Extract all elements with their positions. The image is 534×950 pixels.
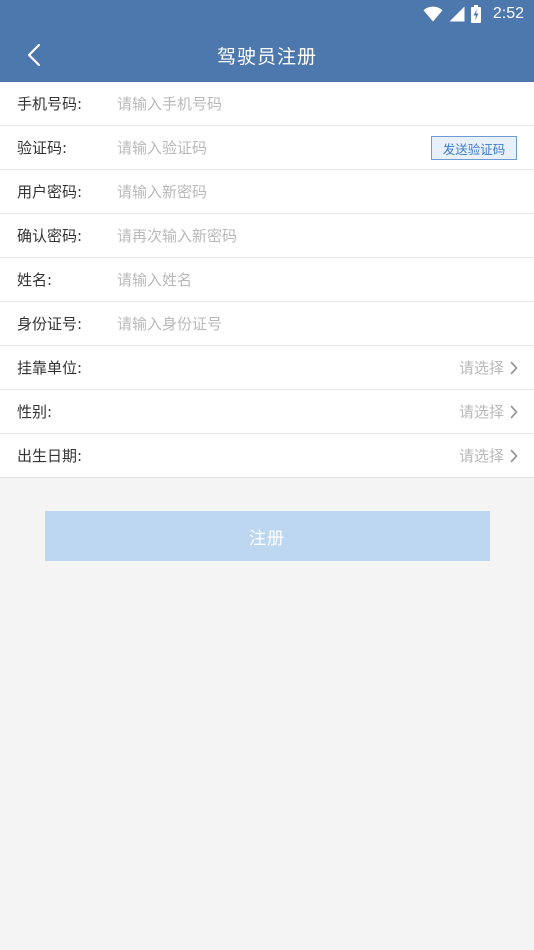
id-number-label: 身份证号:: [17, 315, 83, 333]
birth-date-label: 出生日期:: [17, 447, 83, 465]
password-row: 用户密码:: [0, 170, 534, 214]
phone-label: 手机号码:: [17, 95, 83, 113]
confirm-password-input[interactable]: [117, 220, 514, 251]
back-arrow-icon: [27, 43, 41, 67]
app-bar: 驾驶员注册: [0, 28, 534, 82]
chevron-right-icon: [510, 405, 518, 418]
confirm-password-label: 确认密码:: [17, 227, 83, 245]
phone-row: 手机号码:: [0, 82, 534, 126]
register-button[interactable]: 注册: [44, 511, 490, 561]
send-code-button[interactable]: 发送验证码: [431, 136, 517, 160]
status-time: 2:52: [492, 5, 524, 22]
password-label: 用户密码:: [17, 183, 83, 201]
password-input[interactable]: [117, 176, 514, 207]
submit-area: 注册: [0, 478, 534, 561]
affiliated-unit-select-text: 请选择: [458, 359, 504, 377]
affiliated-unit-label: 挂靠单位:: [17, 359, 83, 377]
id-number-input[interactable]: [117, 308, 514, 339]
gender-select[interactable]: 请选择: [459, 401, 518, 422]
verification-code-input[interactable]: [117, 132, 424, 163]
verification-code-row: 验证码: 发送验证码: [0, 126, 534, 170]
status-icons: 2:52: [423, 5, 524, 23]
gender-row[interactable]: 性别: 请选择: [0, 390, 534, 434]
birth-date-row[interactable]: 出生日期: 请选择: [0, 434, 534, 478]
affiliated-unit-row[interactable]: 挂靠单位: 请选择: [0, 346, 534, 390]
battery-charging-icon: [470, 5, 481, 23]
chevron-right-icon: [510, 361, 518, 374]
status-bar: 2:52: [0, 0, 534, 28]
chevron-right-icon: [510, 449, 518, 462]
name-row: 姓名:: [0, 258, 534, 302]
confirm-password-row: 确认密码:: [0, 214, 534, 258]
gender-select-text: 请选择: [458, 403, 504, 421]
gender-label: 性别:: [17, 403, 53, 421]
registration-form: 手机号码: 验证码: 发送验证码 用户密码: 确认密码: 姓名: 身份证号: 挂…: [0, 82, 534, 478]
back-button[interactable]: [14, 28, 54, 82]
birth-date-select-text: 请选择: [458, 447, 504, 465]
affiliated-unit-select[interactable]: 请选择: [459, 357, 518, 378]
name-input[interactable]: [117, 264, 514, 295]
wifi-icon: [423, 6, 443, 22]
cell-signal-icon: [449, 6, 465, 22]
phone-input[interactable]: [117, 88, 514, 119]
verification-code-label: 验证码:: [17, 139, 68, 157]
name-label: 姓名:: [17, 271, 53, 289]
id-number-row: 身份证号:: [0, 302, 534, 346]
birth-date-select[interactable]: 请选择: [459, 445, 518, 466]
page-title: 驾驶员注册: [216, 45, 317, 68]
